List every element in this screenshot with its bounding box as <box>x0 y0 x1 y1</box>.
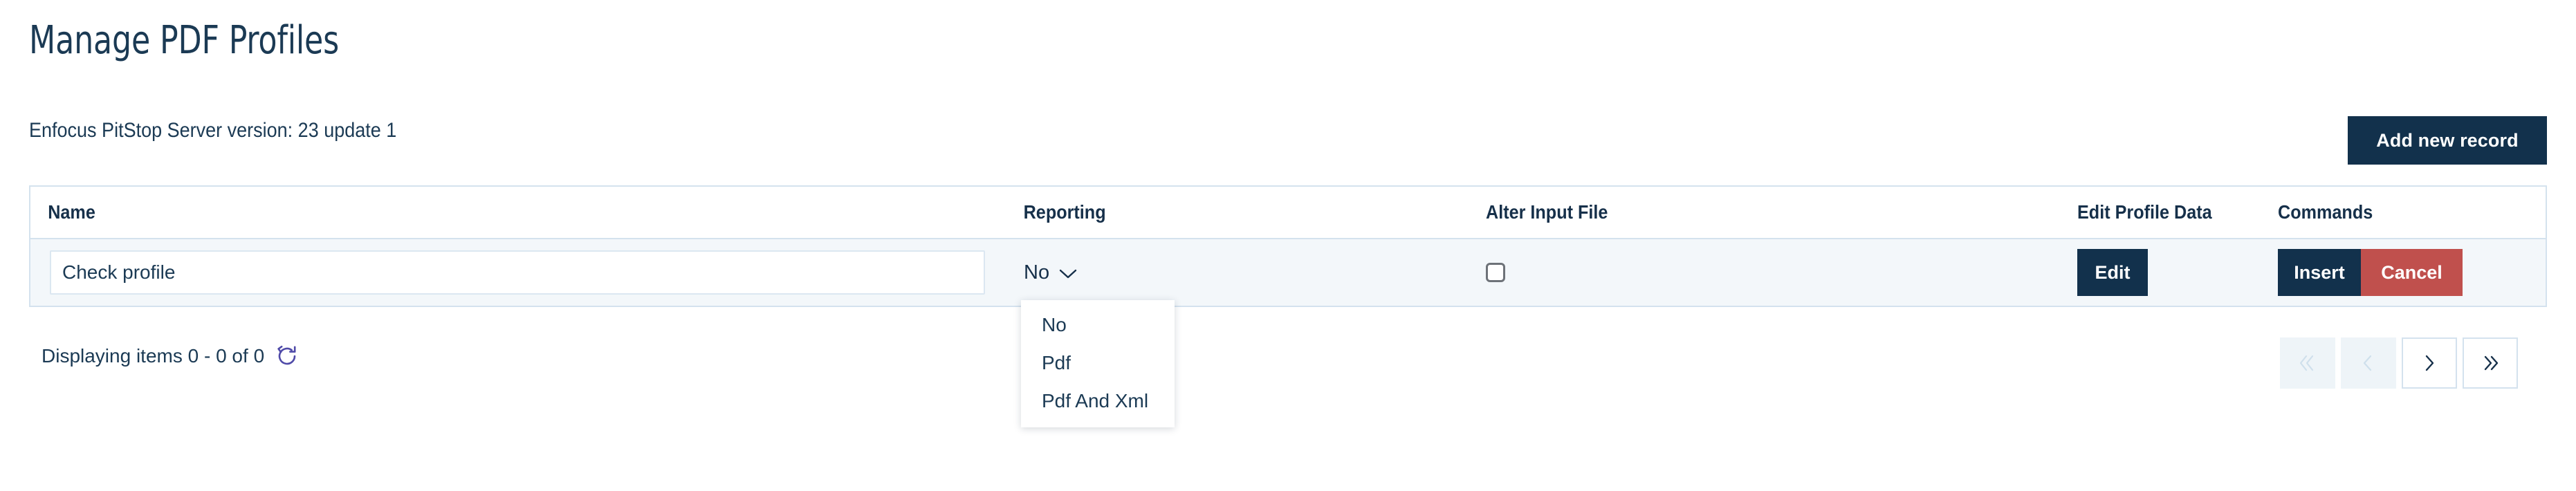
server-version-text: Enfocus PitStop Server version: 23 updat… <box>29 119 397 142</box>
column-header-commands: Commands <box>2278 201 2373 223</box>
add-new-record-button[interactable]: Add new record <box>2348 116 2547 165</box>
reporting-option-no[interactable]: No <box>1021 306 1175 344</box>
page-title: Manage PDF Profiles <box>29 18 340 63</box>
cell-reporting: No No Pdf Pdf And Xml <box>1021 261 1486 427</box>
reporting-dropdown-trigger[interactable]: No <box>1024 261 1077 284</box>
cell-alter-input-file <box>1486 263 2077 282</box>
alter-input-file-checkbox[interactable] <box>1486 263 1505 282</box>
cancel-button[interactable]: Cancel <box>2361 249 2463 296</box>
reporting-selected-value: No <box>1024 261 1050 284</box>
reporting-option-pdf[interactable]: Pdf <box>1021 344 1175 382</box>
insert-button[interactable]: Insert <box>2278 249 2361 296</box>
manage-pdf-profiles-page: Manage PDF Profiles Enfocus PitStop Serv… <box>0 0 2576 491</box>
profile-name-input[interactable] <box>50 250 985 295</box>
column-header-edit-profile-data: Edit Profile Data <box>2077 201 2212 223</box>
chevron-right-icon <box>2425 355 2434 371</box>
pagination-next-page-button[interactable] <box>2402 337 2457 389</box>
reporting-dropdown-menu[interactable]: No Pdf Pdf And Xml <box>1021 299 1175 427</box>
reporting-option-pdf-and-xml[interactable]: Pdf And Xml <box>1021 382 1175 420</box>
displaying-items-text: Displaying items 0 - 0 of 0 <box>42 345 265 367</box>
pagination-first-page-button[interactable] <box>2280 337 2335 389</box>
table-header-row: Name Reporting Alter Input File Edit Pro… <box>30 187 2546 239</box>
table-footer: Displaying items 0 - 0 of 0 <box>29 337 2547 389</box>
refresh-icon[interactable] <box>275 344 299 368</box>
pagination-previous-page-button[interactable] <box>2341 337 2396 389</box>
column-header-alter-input-file: Alter Input File <box>1486 201 1608 223</box>
pagination-last-page-button[interactable] <box>2463 337 2518 389</box>
double-chevron-right-icon <box>2484 355 2499 371</box>
cell-edit-profile-data: Edit <box>2077 249 2278 296</box>
column-header-reporting: Reporting <box>1023 201 1106 223</box>
profiles-table: Name Reporting Alter Input File Edit Pro… <box>29 185 2547 427</box>
table-row: No No Pdf Pdf And Xml Edit <box>30 239 2546 427</box>
chevron-left-icon <box>2363 355 2372 371</box>
displaying-items-status: Displaying items 0 - 0 of 0 <box>42 344 299 368</box>
column-header-name: Name <box>48 201 95 223</box>
cell-name <box>30 250 1021 295</box>
chevron-down-icon <box>1059 269 1077 279</box>
cell-commands: Insert Cancel <box>2278 249 2544 296</box>
double-chevron-left-icon <box>2299 355 2314 371</box>
edit-button[interactable]: Edit <box>2077 249 2148 296</box>
pagination <box>2280 337 2518 389</box>
